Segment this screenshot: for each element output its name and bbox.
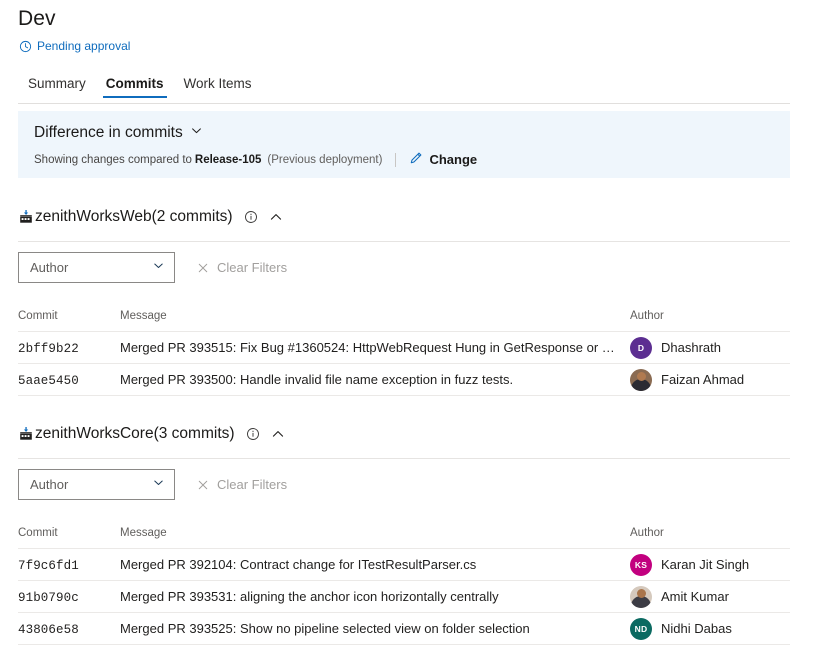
chevron-down-icon: [190, 124, 203, 142]
tab-bar: Summary Commits Work Items: [18, 76, 262, 98]
commit-author-cell[interactable]: Amit Kumar: [630, 581, 790, 613]
avatar: ND: [630, 618, 652, 640]
avatar: [630, 369, 652, 391]
tab-divider: [18, 103, 790, 104]
clear-filters-label-1: Clear Filters: [217, 260, 287, 275]
section-divider-2: [18, 458, 790, 459]
commit-hash: 2bff9b22: [18, 342, 79, 356]
clear-filters-label-2: Clear Filters: [217, 477, 287, 492]
info-icon[interactable]: [233, 210, 258, 224]
column-header-commit[interactable]: Commit: [18, 527, 120, 549]
author-name: Dhashrath: [661, 340, 721, 355]
commit-author-cell[interactable]: KS Karan Jit Singh: [630, 549, 790, 581]
author-filter-dropdown-2[interactable]: Author: [18, 469, 175, 500]
page-title: Dev: [18, 7, 56, 31]
commit-hash: 91b0790c: [18, 591, 79, 605]
close-icon: [197, 262, 209, 274]
commit-message-cell[interactable]: Merged PR 393531: aligning the anchor ic…: [120, 581, 630, 613]
banner-sub-prefix: Showing changes compared to: [34, 154, 192, 166]
avatar: D: [630, 337, 652, 359]
banner-sub-suffix: (Previous deployment): [267, 154, 382, 166]
avatar: [630, 586, 652, 608]
commit-hash-cell[interactable]: 5aae5450: [18, 364, 120, 396]
table-row[interactable]: 91b0790c Merged PR 393531: aligning the …: [18, 581, 790, 613]
commit-hash: 7f9c6fd1: [18, 559, 79, 573]
repository-icon: [18, 209, 34, 225]
status-text: Pending approval: [37, 39, 130, 53]
commits-table-2: Commit Message Author 7f9c6fd1 Merged PR…: [18, 527, 790, 645]
column-header-commit[interactable]: Commit: [18, 310, 120, 332]
section-divider-1: [18, 241, 790, 242]
change-link[interactable]: Change: [409, 151, 477, 168]
commit-message: Merged PR 392104: Contract change for IT…: [120, 557, 628, 572]
repo-name-2: zenithWorksCore(3 commits): [35, 425, 235, 443]
clear-filters-button-2[interactable]: Clear Filters: [197, 477, 287, 492]
author-filter-dropdown-1[interactable]: Author: [18, 252, 175, 283]
status-badge: Pending approval: [19, 39, 130, 53]
commit-hash: 5aae5450: [18, 374, 79, 388]
commit-hash: 43806e58: [18, 623, 79, 637]
commit-message: Merged PR 393515: Fix Bug #1360524: Http…: [120, 340, 628, 355]
author-filter-value-2: Author: [30, 477, 68, 492]
banner-subtitle: Showing changes compared to Release-105 …: [34, 151, 477, 168]
difference-in-commits-banner: Difference in commits Showing changes co…: [18, 111, 790, 178]
clock-icon: [19, 40, 32, 53]
info-icon[interactable]: [235, 427, 260, 441]
column-header-author[interactable]: Author: [630, 310, 790, 332]
commit-hash-cell[interactable]: 7f9c6fd1: [18, 549, 120, 581]
avatar: KS: [630, 554, 652, 576]
commit-message: Merged PR 393531: aligning the anchor ic…: [120, 589, 628, 604]
commit-hash-cell[interactable]: 43806e58: [18, 613, 120, 645]
commit-message: Merged PR 393500: Handle invalid file na…: [120, 372, 628, 387]
author-name: Nidhi Dabas: [661, 621, 732, 636]
tab-work-items[interactable]: Work Items: [174, 76, 262, 98]
commit-hash-cell[interactable]: 2bff9b22: [18, 332, 120, 364]
filter-bar-2: Author Clear Filters: [18, 469, 287, 500]
commits-page: Dev Pending approval Summary Commits Wor…: [0, 0, 823, 661]
clear-filters-button-1[interactable]: Clear Filters: [197, 260, 287, 275]
repository-icon: [18, 426, 34, 442]
commit-author-cell[interactable]: D Dhashrath: [630, 332, 790, 364]
column-header-message[interactable]: Message: [120, 310, 630, 332]
commit-message-cell[interactable]: Merged PR 393515: Fix Bug #1360524: Http…: [120, 332, 630, 364]
commits-table-1: Commit Message Author 2bff9b22 Merged PR…: [18, 310, 790, 396]
repo-section-header-2[interactable]: zenithWorksCore(3 commits): [18, 425, 285, 443]
commit-message-cell[interactable]: Merged PR 393500: Handle invalid file na…: [120, 364, 630, 396]
difference-in-commits-toggle[interactable]: Difference in commits: [34, 124, 203, 142]
repo-section-header-1[interactable]: zenithWorksWeb(2 commits): [18, 208, 283, 226]
author-name: Faizan Ahmad: [661, 372, 744, 387]
commit-message-cell[interactable]: Merged PR 392104: Contract change for IT…: [120, 549, 630, 581]
repo-name-1: zenithWorksWeb(2 commits): [35, 208, 233, 226]
change-label: Change: [429, 152, 477, 167]
tab-summary[interactable]: Summary: [18, 76, 96, 98]
commit-hash-cell[interactable]: 91b0790c: [18, 581, 120, 613]
commit-author-cell[interactable]: ND Nidhi Dabas: [630, 613, 790, 645]
banner-release-name: Release-105: [195, 154, 262, 166]
author-name: Amit Kumar: [661, 589, 729, 604]
table-header-row: Commit Message Author: [18, 310, 790, 332]
author-filter-value-1: Author: [30, 260, 68, 275]
table-row[interactable]: 2bff9b22 Merged PR 393515: Fix Bug #1360…: [18, 332, 790, 364]
table-row[interactable]: 7f9c6fd1 Merged PR 392104: Contract chan…: [18, 549, 790, 581]
author-name: Karan Jit Singh: [661, 557, 749, 572]
close-icon: [197, 479, 209, 491]
commit-author-cell[interactable]: Faizan Ahmad: [630, 364, 790, 396]
chevron-up-icon[interactable]: [260, 427, 285, 441]
table-header-row: Commit Message Author: [18, 527, 790, 549]
table-row[interactable]: 5aae5450 Merged PR 393500: Handle invali…: [18, 364, 790, 396]
table-row[interactable]: 43806e58 Merged PR 393525: Show no pipel…: [18, 613, 790, 645]
tab-commits[interactable]: Commits: [96, 76, 174, 98]
pencil-icon: [409, 151, 423, 168]
chevron-up-icon[interactable]: [258, 210, 283, 224]
chevron-down-icon: [152, 259, 165, 277]
column-header-message[interactable]: Message: [120, 527, 630, 549]
banner-title-text: Difference in commits: [34, 124, 183, 142]
filter-bar-1: Author Clear Filters: [18, 252, 287, 283]
commit-message-cell[interactable]: Merged PR 393525: Show no pipeline selec…: [120, 613, 630, 645]
column-header-author[interactable]: Author: [630, 527, 790, 549]
commit-message: Merged PR 393525: Show no pipeline selec…: [120, 621, 628, 636]
banner-divider: [395, 153, 396, 167]
chevron-down-icon: [152, 476, 165, 494]
